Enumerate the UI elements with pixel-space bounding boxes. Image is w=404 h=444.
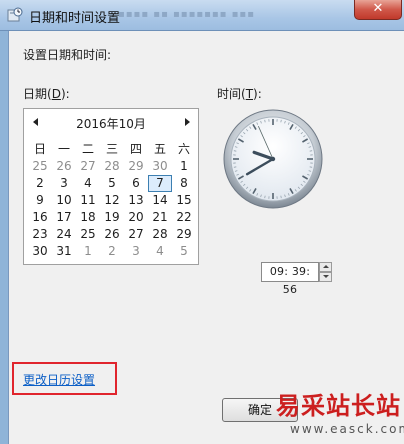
weekday-header: 日 xyxy=(33,142,46,156)
day-cell[interactable]: 17 xyxy=(52,209,76,226)
day-cell[interactable]: 30 xyxy=(28,243,52,260)
day-cell[interactable]: 12 xyxy=(100,192,124,209)
day-cell[interactable]: 26 xyxy=(52,158,76,175)
window-title: 日期和时间设置 xyxy=(29,11,121,26)
day-cell[interactable]: 4 xyxy=(148,243,172,260)
weekday-header: 一 xyxy=(57,142,70,156)
day-cell[interactable]: 11 xyxy=(76,192,100,209)
day-cell[interactable]: 20 xyxy=(124,209,148,226)
minute-tick xyxy=(309,166,313,168)
day-cell[interactable]: 2 xyxy=(28,175,52,192)
day-cell[interactable]: 28 xyxy=(148,226,172,243)
selected-day-cell[interactable]: 7 xyxy=(148,175,172,192)
analog-clock xyxy=(223,109,323,209)
day-cell[interactable]: 3 xyxy=(124,243,148,260)
time-label-prefix: 时间( xyxy=(217,87,246,101)
time-input[interactable]: 09: 39: 56 xyxy=(261,262,319,296)
weekday-header: 五 xyxy=(153,142,166,156)
clock-app-icon xyxy=(7,7,23,22)
spin-up-icon[interactable] xyxy=(319,262,332,272)
watermark-url: www.easck.com xyxy=(290,422,404,436)
day-cell[interactable]: 30 xyxy=(148,158,172,175)
day-cell[interactable]: 16 xyxy=(28,209,52,226)
minute-tick xyxy=(280,119,282,123)
minute-tick xyxy=(280,195,282,199)
calendar-header: 2016年10月 xyxy=(24,115,198,131)
day-cell[interactable]: 27 xyxy=(76,158,100,175)
day-cell[interactable]: 6 xyxy=(124,175,148,192)
day-cell[interactable]: 10 xyxy=(52,192,76,209)
day-cell[interactable]: 4 xyxy=(76,175,100,192)
day-cell[interactable]: 25 xyxy=(28,158,52,175)
weekday-header: 二 xyxy=(81,142,94,156)
spin-down-icon[interactable] xyxy=(319,272,332,282)
day-cell[interactable]: 9 xyxy=(28,192,52,209)
day-cell[interactable]: 3 xyxy=(52,175,76,192)
day-cell[interactable]: 18 xyxy=(76,209,100,226)
day-cell[interactable]: 1 xyxy=(172,158,196,175)
day-cell[interactable]: 23 xyxy=(28,226,52,243)
day-cell[interactable]: 5 xyxy=(100,175,124,192)
time-label-accelerator: T xyxy=(245,87,254,101)
date-label: 日期(D): xyxy=(23,85,70,102)
dialog-heading: 设置日期和时间: xyxy=(23,48,112,62)
time-label-suffix: ): xyxy=(253,87,262,101)
date-label-accelerator: D xyxy=(51,87,61,101)
minute-tick xyxy=(264,195,266,199)
day-cell[interactable]: 26 xyxy=(100,226,124,243)
title-bar: 日期和时间设置 ▪▪▪▪ ▪▪ ▪▪▪▪▪▪▪ ▪▪▪ ✕ xyxy=(0,0,404,31)
day-cell[interactable]: 21 xyxy=(148,209,172,226)
dialog-client-area: 设置日期和时间: 日期(D): 时间(T): 2016年10月 日一二三四五六 2… xyxy=(8,31,404,444)
minute-tick xyxy=(233,150,237,152)
calendar-grid: 日一二三四五六 25 26 27 28 29 30 1 2 3 4 5 6 7 8 9 10 11 12 13 14 15… xyxy=(28,141,196,260)
day-cell[interactable]: 19 xyxy=(100,209,124,226)
calendar[interactable]: 2016年10月 日一二三四五六 25 26 27 28 29 30 1 2 3 4 5 6 7 8 9 10 1… xyxy=(23,108,199,265)
next-month-arrow-icon[interactable] xyxy=(185,118,190,126)
day-cell[interactable]: 15 xyxy=(172,192,196,209)
day-cell[interactable]: 8 xyxy=(172,175,196,192)
minute-tick xyxy=(233,166,237,168)
day-cell[interactable]: 14 xyxy=(148,192,172,209)
day-cell[interactable]: 13 xyxy=(124,192,148,209)
day-cell[interactable]: 29 xyxy=(172,226,196,243)
title-background-text: ▪▪▪▪ ▪▪ ▪▪▪▪▪▪▪ ▪▪▪ xyxy=(118,9,255,20)
minute-tick xyxy=(309,150,313,152)
watermark-title: 易采站长站 xyxy=(276,391,401,420)
minute-tick xyxy=(264,119,266,123)
time-label: 时间(T): xyxy=(217,85,262,102)
day-cell[interactable]: 5 xyxy=(172,243,196,260)
day-cell[interactable]: 22 xyxy=(172,209,196,226)
date-label-prefix: 日期( xyxy=(23,87,52,101)
day-cell[interactable]: 2 xyxy=(100,243,124,260)
clock-center-pin xyxy=(270,156,276,162)
weekday-header: 三 xyxy=(105,142,118,156)
day-cell[interactable]: 25 xyxy=(76,226,100,243)
date-label-suffix: ): xyxy=(60,87,70,101)
day-cell[interactable]: 27 xyxy=(124,226,148,243)
weekday-header: 六 xyxy=(177,142,190,156)
time-spinner[interactable] xyxy=(319,262,332,282)
day-cell[interactable]: 31 xyxy=(52,243,76,260)
calendar-month-title[interactable]: 2016年10月 xyxy=(24,115,198,132)
close-button[interactable]: ✕ xyxy=(354,0,402,20)
day-cell[interactable]: 29 xyxy=(124,158,148,175)
day-cell[interactable]: 1 xyxy=(76,243,100,260)
watermark: 易采站长站 www.easck.com xyxy=(270,386,404,444)
day-cell[interactable]: 24 xyxy=(52,226,76,243)
day-cell[interactable]: 28 xyxy=(100,158,124,175)
highlight-annotation-box xyxy=(12,362,117,395)
weekday-header: 四 xyxy=(129,142,142,156)
